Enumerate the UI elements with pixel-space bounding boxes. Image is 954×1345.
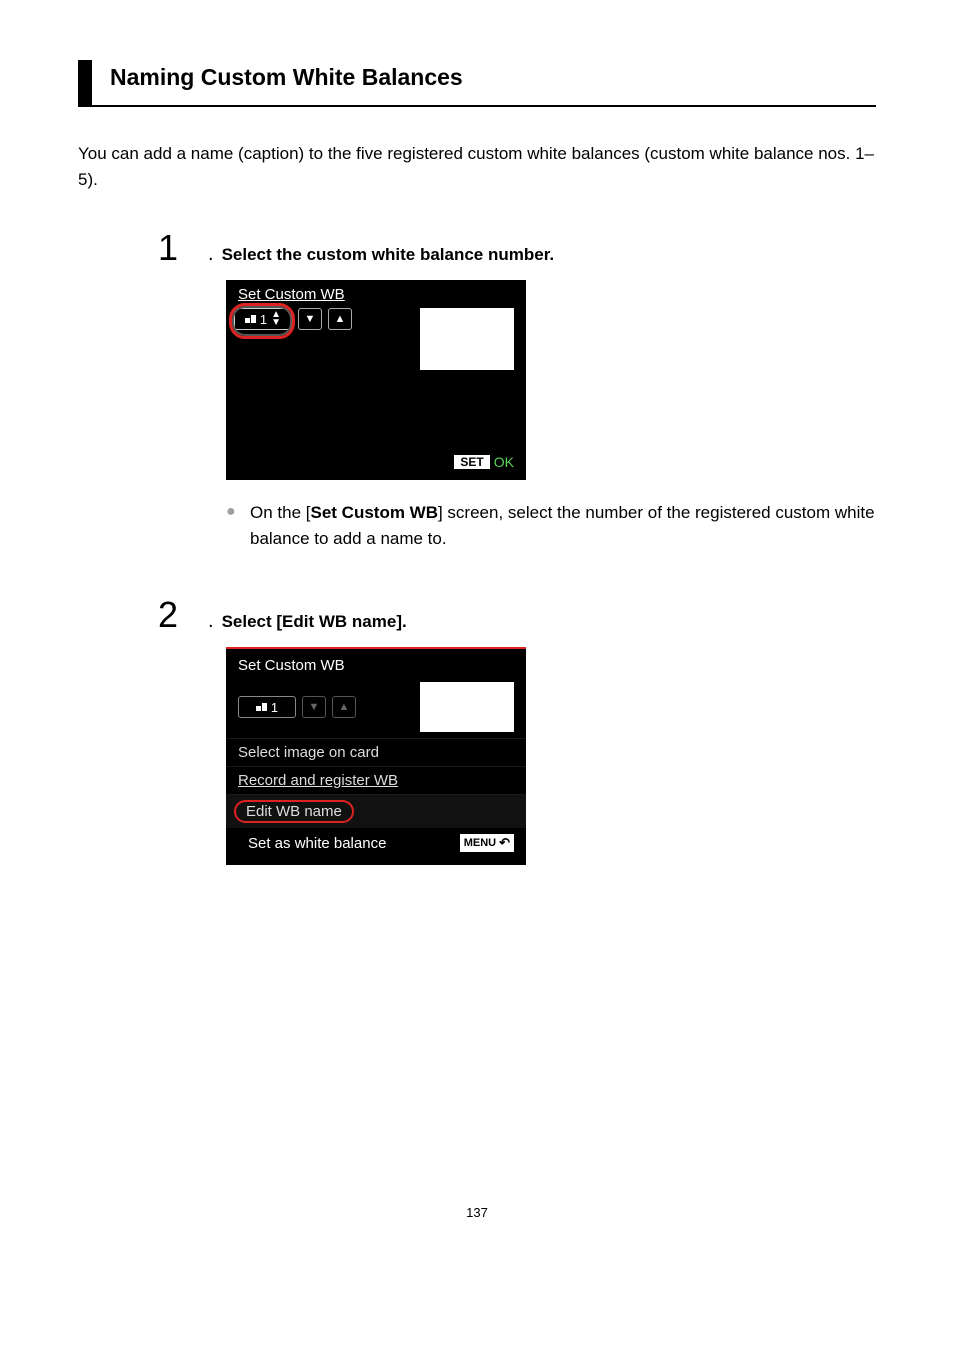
camera-screen-edit-wb-name: Set Custom WB 1 ▼ ▲ Select image on card <box>226 647 526 865</box>
lcd-title: Set Custom WB <box>226 649 526 680</box>
camera-screen-set-custom-wb: Set Custom WB 1 ▲▼ ▼ ▲ <box>226 280 526 480</box>
prev-button[interactable]: ▼ <box>302 696 326 718</box>
set-label: SET <box>454 455 489 469</box>
bullet-icon: ● <box>226 500 250 551</box>
section-heading: Naming Custom White Balances <box>110 64 876 91</box>
bullet-pre: On the [ <box>250 503 310 522</box>
set-ok-indicator: SET OK <box>454 454 514 470</box>
menu-back-badge[interactable]: MENU ↶ <box>460 834 514 852</box>
prev-button[interactable]: ▼ <box>298 308 322 330</box>
wb-preview-thumbnail <box>420 682 514 732</box>
ok-label: OK <box>492 454 514 470</box>
custom-wb-icon <box>245 315 256 323</box>
intro-paragraph: You can add a name (caption) to the five… <box>78 141 876 192</box>
menu-item-set-as-wb[interactable]: Set as white balance <box>248 835 386 852</box>
menu-label: MENU <box>464 837 496 849</box>
updown-icon: ▲▼ <box>271 311 281 327</box>
step-dot: . <box>208 610 222 633</box>
step-number: 1 <box>158 230 208 266</box>
menu-item-edit-wb-name[interactable]: Edit WB name <box>226 794 526 828</box>
bullet-strong: Set Custom WB <box>310 503 438 522</box>
custom-wb-slot-chip[interactable]: 1 ▲▼ <box>234 308 292 330</box>
next-button[interactable]: ▲ <box>332 696 356 718</box>
wb-preview-thumbnail <box>420 308 514 370</box>
highlight-pill: Edit WB name <box>234 800 354 823</box>
custom-wb-number: 1 <box>271 700 278 715</box>
step-title: Select the custom white balance number. <box>222 245 555 265</box>
page-number: 137 <box>78 1205 876 1220</box>
back-arrow-icon: ↶ <box>499 835 510 851</box>
lcd-title: Set Custom WB <box>238 286 345 303</box>
step-title: Select [Edit WB name]. <box>222 612 407 632</box>
custom-wb-icon <box>256 703 267 711</box>
section-heading-block: Naming Custom White Balances <box>78 60 876 107</box>
next-button[interactable]: ▲ <box>328 308 352 330</box>
custom-wb-number: 1 <box>260 312 267 327</box>
bullet-text: On the [Set Custom WB] screen, select th… <box>250 500 876 551</box>
custom-wb-slot-chip[interactable]: 1 <box>238 696 296 718</box>
step-number: 2 <box>158 597 208 633</box>
menu-item-record-register[interactable]: Record and register WB <box>226 766 526 794</box>
menu-item-select-image[interactable]: Select image on card <box>226 738 526 766</box>
step-2: 2 . Select [Edit WB name]. Set Custom WB… <box>158 597 876 865</box>
step-1: 1 . Select the custom white balance numb… <box>158 230 876 551</box>
step-dot: . <box>208 243 222 266</box>
